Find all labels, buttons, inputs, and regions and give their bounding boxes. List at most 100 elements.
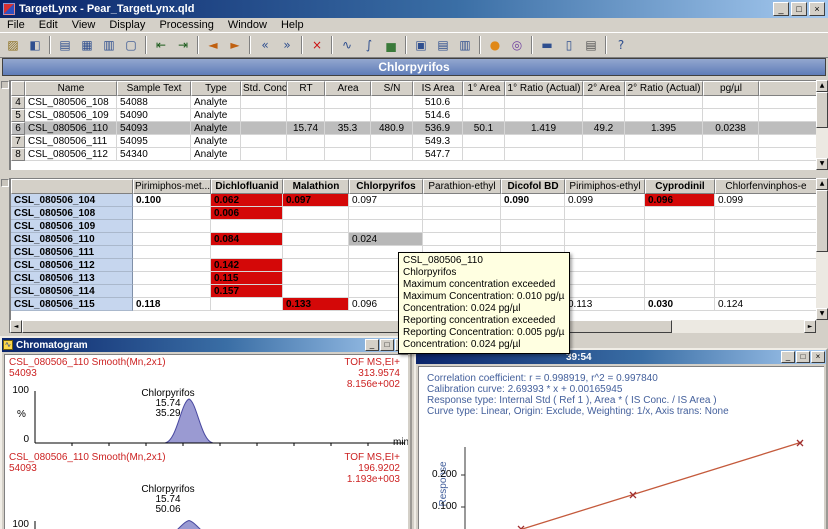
menu-item-processing[interactable]: Processing xyxy=(152,18,220,32)
matrix-cell[interactable] xyxy=(133,220,211,233)
row-number-cell[interactable]: 5 xyxy=(11,109,25,122)
results-cell[interactable]: 54095 xyxy=(117,135,191,148)
chromatogram-minimize-button[interactable]: _ xyxy=(365,339,379,351)
matrix-cell[interactable]: 0.024 xyxy=(349,233,423,246)
matrix-row-label[interactable]: CSL_080506_114 xyxy=(11,285,133,298)
results-cell[interactable] xyxy=(241,96,287,109)
print-button[interactable]: ▤ xyxy=(580,35,602,55)
results-column-header[interactable]: S/N xyxy=(371,81,413,96)
results-column-header[interactable]: Type xyxy=(191,81,241,96)
next-flag-button[interactable]: » xyxy=(276,35,298,55)
matrix-cell[interactable]: 0.113 xyxy=(565,298,645,311)
matrix-cell[interactable] xyxy=(283,233,349,246)
matrix-cell[interactable]: 0.030 xyxy=(645,298,715,311)
scroll-track[interactable] xyxy=(672,320,804,333)
matrix-cell[interactable]: 0.118 xyxy=(133,298,211,311)
matrix-cell[interactable] xyxy=(565,285,645,298)
matrix-pane-marker[interactable] xyxy=(1,179,9,187)
menu-item-help[interactable]: Help xyxy=(274,18,311,32)
row-number-cell[interactable]: 7 xyxy=(11,135,25,148)
matrix-cell[interactable] xyxy=(645,233,715,246)
results-cell[interactable] xyxy=(625,148,703,161)
integrate-next-button[interactable]: ⇥ xyxy=(172,35,194,55)
calibration-minimize-button[interactable]: _ xyxy=(781,351,795,363)
results-column-header[interactable]: Name xyxy=(25,81,117,96)
matrix-cell[interactable]: 0.084 xyxy=(211,233,283,246)
matrix-row-label[interactable]: CSL_080506_115 xyxy=(11,298,133,311)
maximize-button[interactable]: □ xyxy=(791,2,807,16)
results-cell[interactable] xyxy=(505,148,583,161)
results-cell[interactable]: CSL_080506_112 xyxy=(25,148,117,161)
results-row[interactable]: 6 CSL_080506_110 54093 Analyte 15.74 35.3 480.… xyxy=(11,122,816,135)
matrix-cell[interactable] xyxy=(645,207,715,220)
scroll-right-button[interactable]: ► xyxy=(804,320,816,333)
matrix-cell[interactable] xyxy=(501,233,565,246)
prev-flag-button[interactable]: « xyxy=(254,35,276,55)
results-cell[interactable] xyxy=(583,109,625,122)
results-cell[interactable] xyxy=(625,96,703,109)
chromatogram-view-button[interactable]: ∫ xyxy=(358,35,380,55)
process-button[interactable]: ● xyxy=(484,35,506,55)
results-cell[interactable] xyxy=(703,96,759,109)
scroll-down-button[interactable]: ▼ xyxy=(816,158,828,170)
results-cell[interactable] xyxy=(583,96,625,109)
results-cell[interactable]: Analyte xyxy=(191,109,241,122)
tile-windows-button[interactable]: ▬ xyxy=(536,35,558,55)
results-cell[interactable]: 49.2 xyxy=(583,122,625,135)
matrix-row-label[interactable]: CSL_080506_110 xyxy=(11,233,133,246)
results-column-header[interactable]: pg/µl xyxy=(703,81,759,96)
matrix-cell[interactable]: 0.124 xyxy=(715,298,816,311)
results-cell[interactable] xyxy=(625,109,703,122)
results-cell[interactable]: 54090 xyxy=(117,109,191,122)
results-cell[interactable] xyxy=(703,109,759,122)
results-cell[interactable] xyxy=(241,148,287,161)
menu-item-window[interactable]: Window xyxy=(221,18,274,32)
matrix-cell[interactable]: 0.099 xyxy=(565,194,645,207)
results-row[interactable]: 5 CSL_080506_109 54090 Analyte 514.6 xyxy=(11,109,816,122)
matrix-cell[interactable] xyxy=(133,207,211,220)
calibration-view-button[interactable]: ▅ xyxy=(380,35,402,55)
row-number-cell[interactable]: 4 xyxy=(11,96,25,109)
results-cell[interactable] xyxy=(325,135,371,148)
matrix-cell[interactable]: 0.097 xyxy=(283,194,349,207)
matrix-cell[interactable] xyxy=(283,220,349,233)
results-cell[interactable] xyxy=(463,148,505,161)
results-cell[interactable] xyxy=(287,96,325,109)
matrix-cell[interactable] xyxy=(211,298,283,311)
results-row[interactable]: 4 CSL_080506_108 54088 Analyte 510.6 xyxy=(11,96,816,109)
matrix-column-header[interactable]: Chlorfenvinphos-e xyxy=(715,179,816,194)
menu-item-display[interactable]: Display xyxy=(102,18,152,32)
display-options-button[interactable]: ▥ xyxy=(98,35,120,55)
results-cell[interactable] xyxy=(287,148,325,161)
matrix-cell[interactable] xyxy=(283,259,349,272)
results-column-header[interactable]: 1° Area xyxy=(463,81,505,96)
detail-view-button[interactable]: ▦ xyxy=(76,35,98,55)
method-editor-button[interactable]: ▣ xyxy=(410,35,432,55)
matrix-row-label[interactable]: CSL_080506_104 xyxy=(11,194,133,207)
integrate-prev-button[interactable]: ⇤ xyxy=(150,35,172,55)
matrix-column-header[interactable]: Cyprodinil xyxy=(645,179,715,194)
menu-item-edit[interactable]: Edit xyxy=(32,18,65,32)
matrix-cell[interactable]: 0.115 xyxy=(211,272,283,285)
prev-sample-button[interactable]: ◄ xyxy=(202,35,224,55)
results-cell[interactable] xyxy=(583,148,625,161)
matrix-cell[interactable] xyxy=(423,207,501,220)
matrix-cell[interactable] xyxy=(349,220,423,233)
results-cell[interactable] xyxy=(325,148,371,161)
matrix-cell[interactable] xyxy=(565,207,645,220)
next-sample-button[interactable]: ► xyxy=(224,35,246,55)
results-cell[interactable] xyxy=(241,135,287,148)
scroll-up-button[interactable]: ▲ xyxy=(816,178,828,190)
matrix-row-label[interactable]: CSL_080506_113 xyxy=(11,272,133,285)
results-cell[interactable] xyxy=(371,148,413,161)
results-row[interactable]: 7 CSL_080506_111 54095 Analyte 549.3 xyxy=(11,135,816,148)
results-cell[interactable]: 15.74 xyxy=(287,122,325,135)
results-cell[interactable] xyxy=(371,135,413,148)
matrix-cell[interactable] xyxy=(715,259,816,272)
results-cell[interactable]: 536.9 xyxy=(413,122,463,135)
matrix-cell[interactable] xyxy=(133,285,211,298)
results-cell[interactable]: 510.6 xyxy=(413,96,463,109)
matrix-column-header[interactable]: Dichlofluanid xyxy=(211,179,283,194)
matrix-row-label[interactable]: CSL_080506_112 xyxy=(11,259,133,272)
matrix-column-header[interactable]: Pirimiphos-ethyl xyxy=(565,179,645,194)
